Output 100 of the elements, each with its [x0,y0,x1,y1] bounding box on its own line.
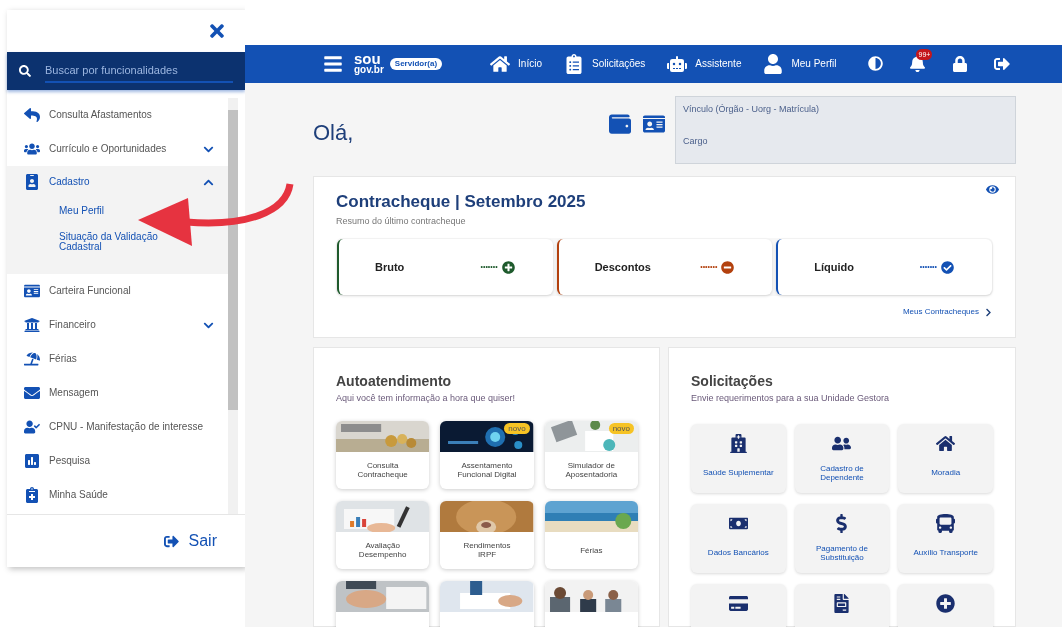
card-subtitle: Aqui você tem informação a hora que quiser! [336,392,517,405]
nav-link[interactable]: Solicitações [563,53,646,74]
service-tile[interactable]: novo Simulador de Aposentadoria [544,420,638,489]
menu-item[interactable]: Carteira Funcional [7,274,228,308]
menu-item[interactable]: Cadastro [7,166,228,198]
logo-word: gov.br [354,63,384,75]
request-tile[interactable]: Dados Bancários [691,503,786,573]
service-tile[interactable]: Avaliação Desempenho [336,500,430,569]
summary-label: Bruto [375,259,406,275]
logout-button[interactable]: Sair [163,529,217,553]
card-title: Autoatendimento [336,372,453,391]
menu-item[interactable]: Currículo e Oportunidades [7,132,228,166]
scrollbar[interactable] [228,98,238,514]
lock-icon[interactable] [952,55,969,72]
menu-icon [323,53,343,74]
nav-link[interactable]: Início [490,53,542,74]
menu-item[interactable]: CPNU - Manifestação de interesse [7,410,228,444]
card-title: Contracheque | Setembro 2025 [336,191,587,213]
search-icon [19,65,31,77]
menu-label: Carteira Funcional [49,285,132,297]
menu-label: Mensagem [49,387,100,399]
plus-icon [936,593,956,613]
bell-icon[interactable] [909,55,927,73]
tile-label: Dados Bancários [706,547,770,559]
menu-label: Consulta Afastamentos [49,109,153,121]
user-check-icon [23,419,41,435]
nav-link[interactable]: Meu Perfil [763,53,837,74]
logout-icon[interactable] [994,55,1011,72]
close-icon [207,21,227,41]
summary-label: Descontos [594,259,652,275]
menu-label: CPNU - Manifestação de interesse [49,421,204,433]
service-tile[interactable]: Rendimentos IRPF [440,500,534,569]
request-tile[interactable]: Moradia [898,423,993,493]
menu-item[interactable]: Pesquisa [7,444,228,478]
beach-umbrella-icon [23,351,41,367]
credit-card-icon [728,593,748,613]
tile-label: Consulta Contracheque [356,460,409,481]
card-subtitle: Envie requerimentos para a sua Unidade Gestora [691,392,891,405]
new-badge: novo [608,422,634,434]
plus-icon [501,260,515,274]
menu-label: Minha Saúde [49,489,109,501]
new-badge: novo [504,422,530,434]
robot-icon [667,53,688,74]
eye-icon[interactable] [986,183,999,196]
service-tile[interactable]: Férias [544,500,638,569]
menu-item[interactable]: Minha Saúde [7,478,228,512]
wallet-icon[interactable] [609,113,631,135]
role-badge: Servidor(a) [389,57,443,70]
tile-label: Avaliação Desempenho [357,540,408,561]
request-tile[interactable]: Saúde Suplementar [691,423,786,493]
request-tile[interactable]: Pagamento de Substituição [794,503,890,573]
document-icon [832,593,852,613]
menu-item[interactable]: Férias [7,342,228,376]
bank-icon [23,317,41,333]
search-field[interactable]: Buscar por funcionalidades [7,52,245,90]
submenu-item[interactable]: Situação da Validação Cadastral [7,224,228,260]
request-tile[interactable]: Cadastro de Dependente [794,423,890,493]
tile-label: Auxílio Transporte [912,547,979,559]
medical-icon [23,487,41,503]
people-icon [23,141,41,157]
tile-label: Rendimentos IRPF [462,540,512,561]
badge-icon [23,174,41,190]
summary-label: Líquido [814,259,856,275]
service-tile[interactable]: novo Assentamento Funcional Digital [440,420,534,489]
envelope-icon [23,385,41,401]
service-tile[interactable]: Consulta Contracheque [336,420,430,489]
menu-label: Cadastro [49,176,91,188]
scrollbar-thumb[interactable] [228,110,238,410]
logo-word: sou [354,52,381,64]
request-tile[interactable]: Auxílio Transporte [898,503,993,573]
close-button[interactable] [207,21,227,41]
menu-button[interactable] [323,53,343,74]
link-label: Vínculo (Órgão - Uorg - Matrícula) [683,103,821,116]
logout-icon [163,533,179,549]
bus-icon [936,513,956,533]
chevron-right-icon [984,307,993,317]
house-icon [936,433,956,453]
tile-label: Simulador de Aposentadoria [564,460,619,481]
greeting: Olá, [313,119,355,147]
id-card-icon[interactable] [643,113,665,135]
tile-label: Assentamento Funcional Digital [456,460,518,481]
tile-label: Pagamento de Substituição [814,542,869,564]
menu-item[interactable]: Mensagem [7,376,228,410]
submenu-item[interactable]: Meu Perfil [7,198,228,224]
tile-label: Férias [579,544,604,557]
menu-label: Férias [49,353,78,365]
menu-label: Financeiro [49,319,97,331]
home-icon [490,53,511,74]
check-icon [941,260,954,274]
user-icon [763,53,784,74]
menu-label: Pesquisa [49,455,92,467]
nav-link[interactable]: Assistente [667,53,742,74]
tile-label: Cadastro de Dependente [819,462,865,484]
card-title: Solicitações [691,372,774,391]
menu-item[interactable]: Financeiro [7,308,228,342]
role-label: Cargo [683,134,709,148]
reply-arrow-icon [23,107,41,123]
payslips-link[interactable]: Meus Contracheques [902,306,993,318]
menu-item[interactable]: Consulta Afastamentos [7,98,228,132]
contrast-icon[interactable] [868,56,884,72]
